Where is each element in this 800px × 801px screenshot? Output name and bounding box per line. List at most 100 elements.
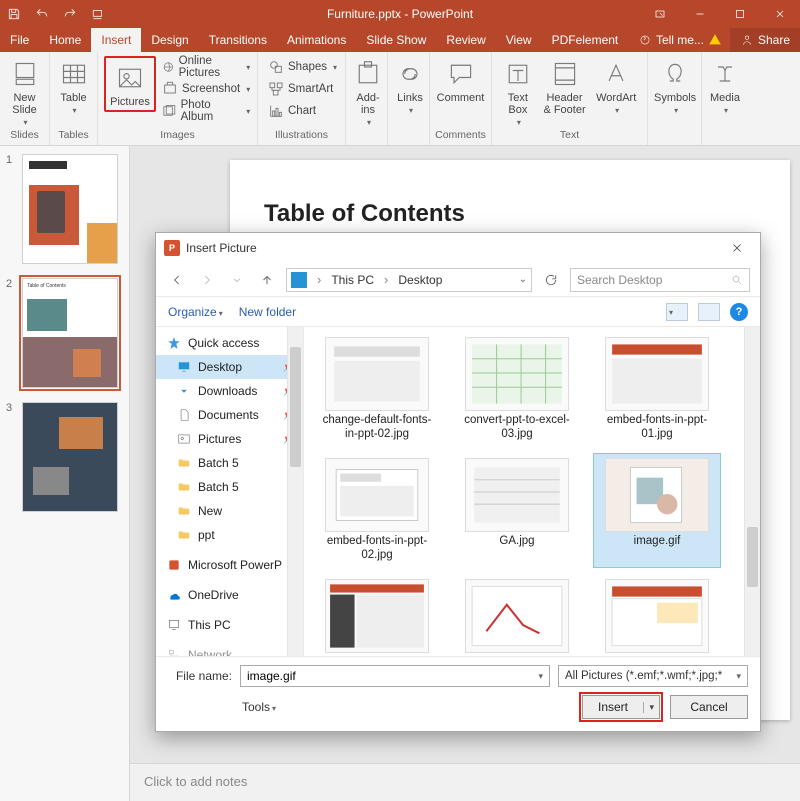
undo-icon[interactable] xyxy=(28,0,56,28)
table-button[interactable]: Table xyxy=(56,56,91,115)
nav-recent-icon[interactable] xyxy=(226,269,248,291)
preview-pane-button[interactable] xyxy=(698,303,720,321)
tell-me-search[interactable]: Tell me... xyxy=(630,28,730,52)
start-from-beginning-icon[interactable] xyxy=(84,0,112,28)
share-button[interactable]: Share xyxy=(730,28,800,52)
media-button[interactable]: Media xyxy=(708,56,742,115)
file-item[interactable]: convert-ppt-to-excel-03.jpg xyxy=(454,333,580,446)
files-scrollbar[interactable] xyxy=(744,327,760,656)
cancel-button[interactable]: Cancel xyxy=(670,695,748,719)
tree-onedrive[interactable]: OneDrive xyxy=(156,583,303,607)
slide-title[interactable]: Table of Contents xyxy=(264,200,465,228)
nav-back-icon[interactable] xyxy=(166,269,188,291)
file-item[interactable]: make-a-powerpoint-on-mac-02.jpg.png xyxy=(594,575,720,657)
window-title: Furniture.pptx - PowerPoint xyxy=(327,7,473,21)
nav-forward-icon[interactable] xyxy=(196,269,218,291)
wordart-button[interactable]: WordArt xyxy=(591,56,641,115)
tab-animations[interactable]: Animations xyxy=(277,28,356,52)
slide-thumbnail-3[interactable] xyxy=(22,402,118,512)
filename-input[interactable]: image.gif xyxy=(240,665,550,687)
file-type-filter[interactable]: All Pictures (*.emf;*.wmf;*.jpg;* xyxy=(558,665,748,687)
online-pictures-button[interactable]: Online Pictures xyxy=(158,56,254,78)
tree-documents[interactable]: Documents📌 xyxy=(156,403,303,427)
pictures-button[interactable]: Pictures xyxy=(108,60,152,108)
file-grid[interactable]: change-default-fonts-in-ppt-02.jpg conve… xyxy=(304,327,760,656)
dialog-close-button[interactable] xyxy=(722,233,752,263)
help-icon[interactable]: ? xyxy=(730,303,748,321)
tab-home[interactable]: Home xyxy=(39,28,91,52)
file-item[interactable]: change-default-fonts-in-ppt-02.jpg xyxy=(314,333,440,446)
tree-folder-batch5[interactable]: Batch 5 xyxy=(156,451,303,475)
file-item[interactable]: make-a-powerpoint-on-mac-02.jpg xyxy=(454,575,580,657)
notes-pane[interactable]: Click to add notes xyxy=(130,763,800,801)
tree-this-pc[interactable]: This PC xyxy=(156,613,303,637)
symbols-button[interactable]: Symbols xyxy=(654,56,696,115)
refresh-icon[interactable] xyxy=(540,269,562,291)
tree-scrollbar[interactable] xyxy=(287,327,303,656)
close-icon[interactable] xyxy=(760,0,800,28)
ribbon-options-icon[interactable] xyxy=(640,0,680,28)
tab-file[interactable]: File xyxy=(0,28,39,52)
minimize-icon[interactable] xyxy=(680,0,720,28)
address-bar[interactable]: This PC Desktop ⌄ xyxy=(286,268,532,292)
breadcrumb-desktop[interactable]: Desktop xyxy=(398,273,442,287)
header-footer-button[interactable]: Header & Footer xyxy=(540,56,590,116)
tab-pdfelement[interactable]: PDFelement xyxy=(542,28,629,52)
textbox-button[interactable]: Text Box xyxy=(498,56,538,127)
organize-button[interactable]: Organize xyxy=(168,305,223,319)
tab-slideshow[interactable]: Slide Show xyxy=(356,28,436,52)
tree-desktop[interactable]: Desktop📌 xyxy=(156,355,303,379)
insert-picture-dialog: P Insert Picture This PC Desktop ⌄ Searc… xyxy=(155,232,761,732)
tree-downloads[interactable]: Downloads📌 xyxy=(156,379,303,403)
tab-design[interactable]: Design xyxy=(141,28,198,52)
group-slides-label: Slides xyxy=(0,129,49,145)
tools-button[interactable]: Tools xyxy=(242,700,276,714)
links-button[interactable]: Links xyxy=(394,56,426,115)
file-item-selected[interactable]: image.gif xyxy=(594,454,720,567)
tree-quick-access[interactable]: Quick access xyxy=(156,331,303,355)
tree-network[interactable]: Network xyxy=(156,643,303,656)
smartart-button[interactable]: SmartArt xyxy=(264,78,341,100)
tree-folder-ppt[interactable]: ppt xyxy=(156,523,303,547)
folder-tree[interactable]: Quick access Desktop📌 Downloads📌 Documen… xyxy=(156,327,304,656)
tree-pictures[interactable]: Pictures📌 xyxy=(156,427,303,451)
menu-bar: File Home Insert Design Transitions Anim… xyxy=(0,28,800,52)
network-icon xyxy=(166,647,182,656)
addins-button[interactable]: Add- ins xyxy=(352,56,384,127)
slide-thumbnails-panel[interactable]: 1 2 Table of Contents 3 xyxy=(0,146,130,801)
slide-thumbnail-1[interactable] xyxy=(22,154,118,264)
file-item[interactable]: GA.jpg xyxy=(454,454,580,567)
file-item[interactable]: insert-video-to-ppt.jpg xyxy=(314,575,440,657)
star-icon xyxy=(166,335,182,351)
nav-up-icon[interactable] xyxy=(256,269,278,291)
save-icon[interactable] xyxy=(0,0,28,28)
tree-ms-powerpoint[interactable]: Microsoft PowerP xyxy=(156,553,303,577)
filename-label: File name: xyxy=(168,669,232,683)
shapes-button[interactable]: Shapes xyxy=(264,56,341,78)
pictures-button-highlight: Pictures xyxy=(104,56,156,112)
search-input[interactable]: Search Desktop xyxy=(570,268,750,292)
file-item[interactable]: embed-fonts-in-ppt-01.jpg xyxy=(594,333,720,446)
pc-icon xyxy=(291,272,307,288)
new-slide-button[interactable]: New Slide xyxy=(6,56,43,127)
photo-album-button[interactable]: Photo Album xyxy=(158,100,254,122)
new-folder-button[interactable]: New folder xyxy=(239,305,296,319)
maximize-icon[interactable] xyxy=(720,0,760,28)
chart-button[interactable]: Chart xyxy=(264,100,341,122)
tab-insert[interactable]: Insert xyxy=(91,28,141,52)
slide-thumbnail-2[interactable]: Table of Contents xyxy=(22,278,118,388)
tab-view[interactable]: View xyxy=(496,28,542,52)
view-mode-button[interactable] xyxy=(666,303,688,321)
dialog-footer: File name: image.gif All Pictures (*.emf… xyxy=(156,656,760,731)
file-item[interactable]: embed-fonts-in-ppt-02.jpg xyxy=(314,454,440,567)
tree-folder-batch5-2[interactable]: Batch 5 xyxy=(156,475,303,499)
insert-button[interactable]: Insert xyxy=(582,695,660,719)
thumb-number: 2 xyxy=(6,278,16,388)
tab-review[interactable]: Review xyxy=(436,28,495,52)
tab-transitions[interactable]: Transitions xyxy=(199,28,277,52)
redo-icon[interactable] xyxy=(56,0,84,28)
breadcrumb-thispc[interactable]: This PC xyxy=(331,273,374,287)
comment-button[interactable]: Comment xyxy=(436,56,485,104)
tree-folder-new[interactable]: New xyxy=(156,499,303,523)
screenshot-button[interactable]: Screenshot xyxy=(158,78,254,100)
